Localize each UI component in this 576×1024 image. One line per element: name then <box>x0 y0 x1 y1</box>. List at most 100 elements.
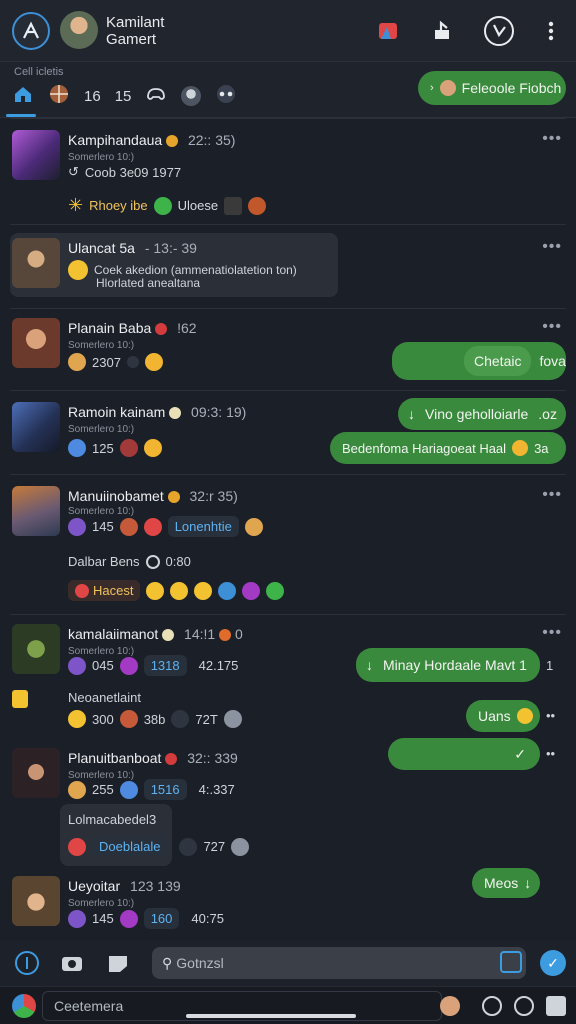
chat-preview: 045 1318 42.175 <box>68 655 238 676</box>
tag-chip[interactable]: 160 <box>143 908 180 929</box>
message-input[interactable]: ⚲ Gotnzsl <box>152 947 526 979</box>
check-circle-icon[interactable] <box>223 710 242 728</box>
more-options-icon[interactable]: ••• <box>542 130 562 148</box>
divider <box>10 614 566 615</box>
share-icon[interactable] <box>546 996 566 1016</box>
avatar[interactable] <box>12 318 60 368</box>
settings-icon[interactable] <box>514 996 534 1016</box>
smiley-icon[interactable] <box>194 581 213 600</box>
trophy-icon <box>143 439 162 457</box>
avatar[interactable] <box>60 11 98 49</box>
sticker-icon[interactable] <box>106 952 130 977</box>
avatar[interactable] <box>12 402 60 452</box>
tag-chip[interactable]: 1516 <box>143 779 187 800</box>
app-switcher-icon[interactable] <box>12 994 36 1018</box>
reaction-row: ✳ Rhoey ibe Uloese <box>68 195 267 216</box>
more-options-icon[interactable]: ••• <box>542 238 562 256</box>
share-icon[interactable] <box>426 14 460 48</box>
message-bubble-outgoing[interactable]: Uans <box>466 700 540 732</box>
message-bubble-outgoing[interactable]: ↓ Vino geholloiarle .oz <box>398 398 566 430</box>
filter-label[interactable]: 16 <box>84 88 101 105</box>
more-options-icon[interactable]: •• <box>546 708 555 723</box>
avatar[interactable] <box>440 996 460 1016</box>
trophy-icon <box>144 353 163 371</box>
attachment-icon: ↺ <box>68 164 79 179</box>
divider <box>10 308 566 309</box>
chat-name[interactable]: Ueyoitar 123 139 <box>68 878 181 894</box>
message-text: Uans <box>478 708 511 724</box>
info-icon[interactable] <box>14 950 40 979</box>
tag-chip[interactable]: Lonenhtie <box>167 516 239 537</box>
cup-icon[interactable] <box>224 196 243 215</box>
chat-name[interactable]: Kampihandaua 22:: 35) <box>68 132 235 148</box>
chat-name[interactable]: Ramoin kainam 09:3: 19) <box>68 404 246 420</box>
bookmark-icon[interactable] <box>12 690 28 708</box>
camera-icon[interactable] <box>60 952 84 977</box>
chat-name[interactable]: Planuitbanboat 32:: 339 <box>68 750 238 766</box>
burger-icon[interactable] <box>248 196 267 215</box>
badge-icon <box>167 491 180 504</box>
tag-chip[interactable]: 1318 <box>143 655 187 676</box>
message-bubble-outgoing[interactable]: ↓ Minay Hordaale Mavt 1 <box>356 648 540 682</box>
message-text: Lolmacabedel3 <box>68 812 157 827</box>
message-bubble-outgoing[interactable]: ✓ <box>388 738 540 770</box>
filter-label[interactable]: 15 <box>115 88 132 105</box>
more-options-icon[interactable]: ••• <box>542 318 562 336</box>
chevron-right-icon: › <box>430 82 434 94</box>
chat-name[interactable]: Planain Baba !62 <box>68 320 197 336</box>
sun-icon[interactable]: ✳ <box>68 195 83 216</box>
chat-name[interactable]: Ulancat 5a - 13:- 39 <box>68 240 197 256</box>
controller-icon[interactable] <box>215 84 237 108</box>
tag-chip[interactable]: Doeblalale <box>92 836 168 857</box>
message-text: Vino geholloiarle <box>425 406 529 422</box>
smiley-icon[interactable] <box>146 581 165 600</box>
avatar[interactable] <box>181 86 202 106</box>
more-options-icon[interactable]: •• <box>546 746 555 761</box>
home-indicator[interactable] <box>186 1014 356 1018</box>
apple-icon <box>75 583 89 598</box>
more-options-icon[interactable]: ••• <box>542 486 562 504</box>
more-vertical-icon[interactable] <box>534 14 568 48</box>
bottom-input-label[interactable]: Ceetemera <box>54 998 123 1014</box>
gamepad-icon[interactable] <box>145 85 167 107</box>
planet-icon[interactable] <box>242 581 261 600</box>
fire-icon <box>143 517 162 536</box>
globe-icon[interactable] <box>48 83 70 109</box>
chat-name[interactable]: kamalaiimanot 14:!1 0 <box>68 626 243 642</box>
top-action-pill[interactable]: › Feleoole Fiobch <box>418 71 566 105</box>
chat-preview: 145 160 40:75 <box>68 908 224 929</box>
avatar[interactable] <box>12 238 60 288</box>
avatar[interactable] <box>12 876 60 926</box>
message-bubble-outgoing[interactable]: Meos ↓ <box>472 868 540 898</box>
sword-icon[interactable] <box>171 710 190 728</box>
reaction-row: Hacest <box>68 580 285 601</box>
shield-icon[interactable] <box>119 710 138 728</box>
earth-icon[interactable] <box>218 581 237 600</box>
avatar[interactable] <box>12 624 60 674</box>
attach-icon[interactable] <box>500 951 522 973</box>
smiley-icon[interactable] <box>68 710 86 728</box>
message-bubble-outgoing[interactable]: Chetaic fova <box>392 342 566 380</box>
video-call-icon[interactable] <box>372 14 406 48</box>
avatar[interactable] <box>12 486 60 536</box>
more-options-icon[interactable]: ••• <box>542 624 562 642</box>
message-bubble-outgoing[interactable]: Bedenfoma Hariagoeat Haal 3a <box>330 432 566 464</box>
chat-subtitle: Gamert <box>106 31 157 48</box>
app-logo-icon[interactable] <box>12 12 50 50</box>
potion-icon <box>119 656 138 675</box>
smiley-icon[interactable] <box>170 581 189 600</box>
home-icon[interactable] <box>12 84 34 108</box>
active-filter-indicator <box>6 114 36 117</box>
chat-name[interactable]: Manuiinobamet 32:r 35) <box>68 488 238 504</box>
send-button[interactable]: ✓ <box>540 950 566 976</box>
call-icon[interactable] <box>482 14 516 48</box>
emoji-icon <box>516 708 533 724</box>
avatar[interactable] <box>12 130 60 180</box>
message-text: Chetaic <box>464 346 532 376</box>
filter-bar-title: Cell icletis <box>14 66 64 78</box>
tag-chip[interactable]: Hacest <box>68 580 141 601</box>
clock-icon[interactable] <box>482 996 502 1016</box>
clover-icon[interactable] <box>266 581 285 600</box>
avatar[interactable] <box>12 748 60 798</box>
emerald-icon[interactable] <box>153 196 172 215</box>
